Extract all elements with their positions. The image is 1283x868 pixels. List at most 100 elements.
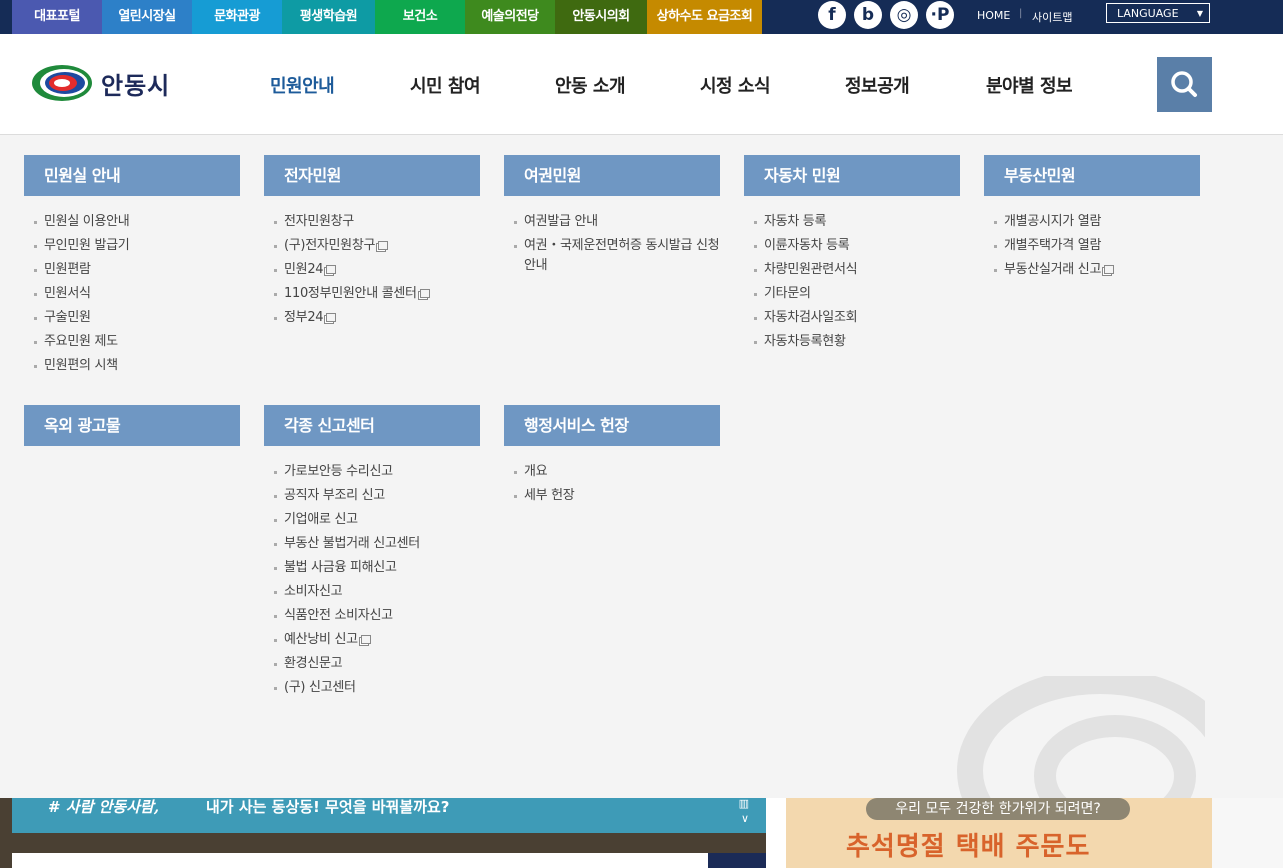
submenu-item[interactable]: 정부24 [264, 308, 480, 328]
submenu-item[interactable]: (구)전자민원창구 [264, 236, 480, 256]
submenu-item-label: 부동산실거래 신고 [1004, 262, 1102, 277]
post-icon[interactable]: ·P [926, 1, 954, 29]
submenu-item-label: 부동산 불법거래 신고센터 [284, 536, 420, 551]
submenu-item-label: 기업애로 신고 [284, 512, 358, 527]
submenu-item[interactable]: 민원편람 [24, 260, 240, 280]
submenu-item-label: 민원실 이용안내 [44, 214, 130, 229]
submenu-item[interactable]: 개별주택가격 열람 [984, 236, 1200, 256]
submenu-item-label: 여권발급 안내 [524, 214, 598, 229]
submenu-item[interactable]: 개요 [504, 462, 720, 482]
nav-item[interactable]: 민원안내 [270, 72, 335, 98]
nav-item[interactable]: 시민 참여 [410, 72, 481, 98]
submenu-group: 부동산민원개별공시지가 열람개별주택가격 열람부동산실거래 신고 [984, 155, 1200, 284]
submenu-item[interactable]: 자동차검사일조회 [744, 308, 960, 328]
home-link[interactable]: HOME [977, 9, 1010, 22]
submenu-title[interactable]: 자동차 민원 [744, 155, 960, 196]
instagram-icon[interactable]: ◎ [890, 1, 918, 29]
submenu-item[interactable]: 이륜자동차 등록 [744, 236, 960, 256]
language-select[interactable]: LANGUAGE ▼ [1106, 3, 1210, 23]
submenu-item[interactable]: 기타문의 [744, 284, 960, 304]
search-strip-button[interactable] [708, 853, 766, 868]
submenu-item-label: 차량민원관련서식 [764, 262, 858, 277]
submenu-title[interactable]: 여권민원 [504, 155, 720, 196]
submenu-item-label: (구)전자민원창구 [284, 238, 376, 253]
submenu-item[interactable]: 구술민원 [24, 308, 240, 328]
submenu-item-label: 무인민원 발급기 [44, 238, 130, 253]
submenu-item[interactable]: 여권발급 안내 [504, 212, 720, 232]
nav-item[interactable]: 시정 소식 [700, 72, 771, 98]
portal-link[interactable]: 문화관광 [192, 0, 282, 34]
nav-item[interactable]: 정보공개 [845, 72, 910, 98]
portal-link[interactable]: 상하수도 요금조회 [647, 0, 762, 34]
submenu-item[interactable]: 무인민원 발급기 [24, 236, 240, 256]
search-button[interactable] [1157, 57, 1212, 112]
submenu-title[interactable]: 전자민원 [264, 155, 480, 196]
right-panel [1212, 798, 1283, 868]
submenu-item[interactable]: 세부 헌장 [504, 486, 720, 506]
submenu-item[interactable]: 불법 사금융 피해신고 [264, 558, 480, 578]
submenu-item[interactable]: 민원실 이용안내 [24, 212, 240, 232]
submenu-title[interactable]: 부동산민원 [984, 155, 1200, 196]
submenu-item[interactable]: 부동산실거래 신고 [984, 260, 1200, 280]
submenu-item[interactable]: 차량민원관련서식 [744, 260, 960, 280]
submenu-item[interactable]: 기업애로 신고 [264, 510, 480, 530]
submenu-item-label: 불법 사금융 피해신고 [284, 560, 397, 575]
submenu-item[interactable]: 110정부민원안내 콜센터 [264, 284, 480, 304]
submenu-item[interactable]: 자동차등록현황 [744, 332, 960, 352]
submenu-item-label: (구) 신고센터 [284, 680, 356, 695]
portal-link[interactable]: 예술의전당 [465, 0, 555, 34]
nav-item[interactable]: 안동 소개 [555, 72, 626, 98]
submenu-item-label: 민원편람 [44, 262, 91, 277]
submenu-item-label: 가로보안등 수리신고 [284, 464, 393, 479]
submenu-item[interactable]: 주요민원 제도 [24, 332, 240, 352]
submenu-title[interactable]: 각종 신고센터 [264, 405, 480, 446]
portal-link[interactable]: 안동시의회 [555, 0, 647, 34]
submenu-title[interactable]: 옥외 광고물 [24, 405, 240, 446]
submenu-list: 전자민원창구 (구)전자민원창구민원24 110정부민원안내 콜센터정부24 [264, 212, 480, 328]
top-utility-bar: 대표포털 열린시장실 문화관광 평생학습원 보건소 예술의전당 안동시의회 상하수도 요금조회… [0, 0, 1283, 34]
submenu-list: 개요세부 헌장 [504, 462, 720, 506]
submenu-item[interactable]: 예산낭비 신고 [264, 630, 480, 650]
portal-link[interactable]: 보건소 [375, 0, 465, 34]
submenu-item[interactable]: 환경신문고 [264, 654, 480, 674]
portal-link[interactable]: 평생학습원 [282, 0, 375, 34]
submenu-item-label: 공직자 부조리 신고 [284, 488, 385, 503]
pause-icon[interactable]: ▥ [739, 797, 749, 810]
submenu-item[interactable]: (구) 신고센터 [264, 678, 480, 698]
submenu-item[interactable]: 소비자신고 [264, 582, 480, 602]
submenu-item[interactable]: 전자민원창구 [264, 212, 480, 232]
submenu-item[interactable]: 식품안전 소비자신고 [264, 606, 480, 626]
submenu-list: 자동차 등록이륜자동차 등록차량민원관련서식기타문의자동차검사일조회자동차등록현… [744, 212, 960, 352]
search-strip [12, 853, 708, 868]
blog-icon[interactable]: b [854, 1, 882, 29]
chuseok-banner[interactable]: 우리 모두 건강한 한가위가 되려면? 추석명절 택배 주문도 [786, 798, 1212, 868]
submenu-item[interactable]: 여권・국제운전면허증 동시발급 신청안내 [504, 236, 720, 276]
submenu-group: 여권민원여권발급 안내여권・국제운전면허증 동시발급 신청안내 [504, 155, 720, 280]
portal-link[interactable]: 열린시장실 [102, 0, 192, 34]
submenu-item[interactable]: 자동차 등록 [744, 212, 960, 232]
chevron-down-icon[interactable]: ∨ [741, 812, 749, 825]
submenu-item-label: 세부 헌장 [524, 488, 575, 503]
submenu-item[interactable]: 공직자 부조리 신고 [264, 486, 480, 506]
submenu-list: 여권발급 안내여권・국제운전면허증 동시발급 신청안내 [504, 212, 720, 276]
submenu-item[interactable]: 민원편의 시책 [24, 356, 240, 376]
submenu-item[interactable]: 민원24 [264, 260, 480, 280]
submenu-item-label: 구술민원 [44, 310, 91, 325]
sitemap-link[interactable]: 사이트맵 [1032, 9, 1072, 25]
submenu-item[interactable]: 민원서식 [24, 284, 240, 304]
nav-item[interactable]: 분야별 정보 [986, 72, 1073, 98]
submenu-item[interactable]: 가로보안등 수리신고 [264, 462, 480, 482]
submenu-item-label: 개별공시지가 열람 [1004, 214, 1102, 229]
andong-logo-icon[interactable] [31, 64, 93, 106]
facebook-icon[interactable]: f [818, 1, 846, 29]
site-title[interactable]: 안동시 [101, 66, 170, 101]
submenu-item[interactable]: 개별공시지가 열람 [984, 212, 1200, 232]
submenu-item-label: 자동차등록현황 [764, 334, 846, 349]
submenu-item-label: 소비자신고 [284, 584, 343, 599]
submenu-item-label: 자동차검사일조회 [764, 310, 858, 325]
submenu-title[interactable]: 민원실 안내 [24, 155, 240, 196]
portal-link[interactable]: 대표포털 [12, 0, 102, 34]
notice-strip[interactable]: # 사람 안동사람, 내가 사는 동상동! 무엇을 바꿔볼까요? ▥ ∨ [12, 797, 766, 833]
submenu-item[interactable]: 부동산 불법거래 신고센터 [264, 534, 480, 554]
submenu-title[interactable]: 행정서비스 헌장 [504, 405, 720, 446]
